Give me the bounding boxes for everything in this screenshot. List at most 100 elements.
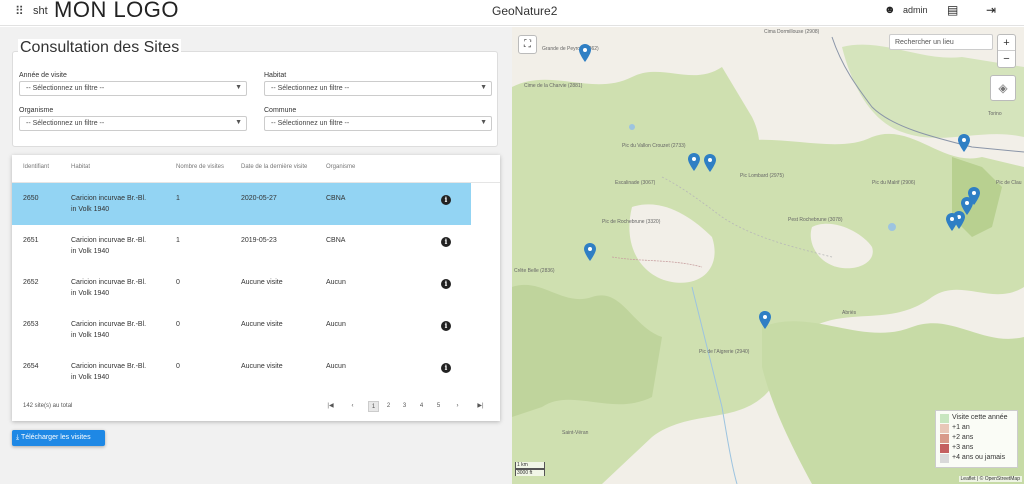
info-icon[interactable]: i <box>441 321 451 331</box>
info-icon[interactable]: i <box>441 195 451 205</box>
filter-year-select[interactable]: -- Sélectionnez un filtre -- ▼ <box>19 81 247 96</box>
cell-org: Aucun <box>326 279 346 286</box>
site-marker-icon[interactable] <box>958 134 970 152</box>
table-row[interactable]: 2654 Caricion incurvae Br.-Bl. in Volk 19… <box>12 351 471 393</box>
legend-swatch <box>940 414 949 423</box>
total-count: 142 site(s) au total <box>23 403 73 409</box>
cell-id: 2650 <box>23 195 39 202</box>
cell-habitat: Caricion incurvae Br.-Bl. in Volk 1940 <box>71 237 147 255</box>
sites-panel: Année de visite -- Sélectionnez un filtr… <box>0 27 512 484</box>
caret-down-icon: ▼ <box>235 84 242 91</box>
user-icon[interactable]: ☻ <box>884 4 896 16</box>
place-search-input[interactable]: Rechercher un lieu <box>889 34 993 50</box>
site-marker-icon[interactable] <box>946 213 958 231</box>
map-scale: 1 km 3000 ft <box>515 462 545 476</box>
cell-visits: 0 <box>176 279 180 286</box>
download-icon: ⤓ <box>16 434 20 441</box>
caret-down-icon: ▼ <box>480 119 487 126</box>
zoom-in-button[interactable]: + <box>998 35 1015 51</box>
cell-id: 2654 <box>23 363 39 370</box>
legend-swatch <box>940 424 949 433</box>
filter-commune-label: Commune <box>264 107 297 114</box>
map-place-label: Pest Rochebrune (3078) <box>788 217 843 223</box>
layers-icon[interactable]: ◈ <box>990 75 1016 101</box>
legend-swatch <box>940 444 949 453</box>
column-header[interactable]: Nombre de visites <box>176 164 224 170</box>
info-icon[interactable]: i <box>441 279 451 289</box>
column-header[interactable]: Date de la dernière visite <box>241 164 307 170</box>
filter-org-select[interactable]: -- Sélectionnez un filtre -- ▼ <box>19 116 247 131</box>
cell-date: Aucune visite <box>241 363 283 370</box>
last-page-button[interactable]: ▶| <box>475 401 486 412</box>
book-icon[interactable]: ▤ <box>947 3 958 17</box>
filter-habitat-label: Habitat <box>264 72 287 79</box>
column-header[interactable]: Habitat <box>71 164 90 170</box>
page-button[interactable]: 4 <box>416 401 427 412</box>
download-visits-button[interactable]: ⤓ Télécharger les visites <box>12 430 105 446</box>
map-place-label: Torino <box>988 111 1002 117</box>
cell-visits: 1 <box>176 237 180 244</box>
table-header: Identifiant Habitat Nombre de visites Da… <box>12 155 500 183</box>
top-navbar: ⠿ sht MON LOGO GeoNature2 ☻ admin ▤ ⇥ <box>0 0 1024 26</box>
scale-km: 1 km <box>515 462 545 469</box>
filter-habitat-select[interactable]: -- Sélectionnez un filtre -- ▼ <box>264 81 492 96</box>
site-marker-icon[interactable] <box>584 243 596 261</box>
zoom-control: + − <box>997 34 1016 68</box>
user-name[interactable]: admin <box>903 5 928 15</box>
map-place-label: Pic du Malrif (2906) <box>872 180 916 186</box>
cell-id: 2652 <box>23 279 39 286</box>
map-attribution[interactable]: Leaflet | © OpenStreetMap <box>958 476 1022 482</box>
cell-org: CBNA <box>326 195 346 202</box>
filter-org-label: Organisme <box>19 107 54 114</box>
logo[interactable]: MON LOGO <box>54 0 179 23</box>
legend-swatch <box>940 434 949 443</box>
sites-table: Identifiant Habitat Nombre de visites Da… <box>12 155 500 421</box>
info-icon[interactable]: i <box>441 237 451 247</box>
cell-date: 2020-05-27 <box>241 195 277 202</box>
app-title: GeoNature2 <box>492 4 558 18</box>
legend-item: +2 ans <box>938 433 1015 443</box>
filter-commune-select[interactable]: -- Sélectionnez un filtre -- ▼ <box>264 116 492 131</box>
map-place-label: Abriès <box>842 310 857 316</box>
page-button[interactable]: 1 <box>368 401 379 412</box>
scale-ft: 3000 ft <box>515 469 545 476</box>
table-row[interactable]: 2653 Caricion incurvae Br.-Bl. in Volk 19… <box>12 309 471 351</box>
site-marker-icon[interactable] <box>579 44 591 62</box>
map-view[interactable]: Cima Dormillouse (2908) Grande de Peyron… <box>512 27 1024 484</box>
site-marker-icon[interactable] <box>688 153 700 171</box>
cell-visits: 0 <box>176 363 180 370</box>
site-marker-icon[interactable] <box>704 154 716 172</box>
column-header[interactable]: Identifiant <box>23 164 49 170</box>
cell-org: Aucun <box>326 363 346 370</box>
info-icon[interactable]: i <box>441 363 451 373</box>
page-button[interactable]: 5 <box>433 401 444 412</box>
page-button[interactable]: 3 <box>399 401 410 412</box>
cell-date: 2019-05-23 <box>241 237 277 244</box>
table-row[interactable]: 2650 Caricion incurvae Br.-Bl. in Volk 19… <box>12 183 471 225</box>
map-place-label: Pic Lombard (2975) <box>740 173 784 179</box>
cell-id: 2651 <box>23 237 39 244</box>
map-place-label: Crête Belle (2836) <box>514 268 555 274</box>
fullscreen-icon[interactable]: ⛶ <box>518 35 537 54</box>
table-row[interactable]: 2652 Caricion incurvae Br.-Bl. in Volk 19… <box>12 267 471 309</box>
cell-visits: 1 <box>176 195 180 202</box>
map-place-label: Pic de Clau <box>996 180 1022 186</box>
apps-grid-icon[interactable]: ⠿ <box>15 4 24 18</box>
table-row[interactable]: 2651 Caricion incurvae Br.-Bl. in Volk 19… <box>12 225 471 267</box>
legend-item: +1 an <box>938 423 1015 433</box>
page-button[interactable]: 2 <box>383 401 394 412</box>
cell-habitat: Caricion incurvae Br.-Bl. in Volk 1940 <box>71 279 147 297</box>
logout-icon[interactable]: ⇥ <box>986 3 996 17</box>
first-page-button[interactable]: |◀ <box>325 401 336 412</box>
site-marker-icon[interactable] <box>759 311 771 329</box>
cell-id: 2653 <box>23 321 39 328</box>
map-place-label: Pic de l'Aigrerie (2940) <box>699 349 750 355</box>
map-place-label: Pic du Vallon Crouzet (2733) <box>622 143 686 149</box>
legend-item: Visite cette année <box>938 413 1015 423</box>
cell-org: CBNA <box>326 237 346 244</box>
prev-page-button[interactable]: ‹ <box>347 401 358 412</box>
zoom-out-button[interactable]: − <box>998 51 1015 67</box>
next-page-button[interactable]: › <box>452 401 463 412</box>
column-header[interactable]: Organisme <box>326 164 355 170</box>
cell-habitat: Caricion incurvae Br.-Bl. in Volk 1940 <box>71 363 147 381</box>
